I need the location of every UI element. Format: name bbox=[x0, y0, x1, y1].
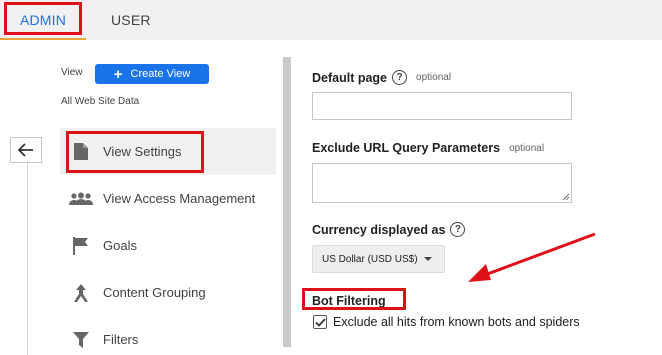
create-view-button[interactable]: + Create View bbox=[95, 64, 209, 84]
help-icon[interactable]: ? bbox=[392, 70, 408, 85]
default-page-input[interactable] bbox=[312, 92, 572, 120]
grouping-icon bbox=[68, 283, 94, 302]
menu-item-label: Content Grouping bbox=[103, 285, 206, 300]
bot-filtering-title: Bot Filtering bbox=[312, 294, 386, 308]
menu-item-label: Filters bbox=[103, 332, 139, 347]
bot-filtering-checkbox-label: Exclude all hits from known bots and spi… bbox=[333, 315, 580, 329]
plus-icon: + bbox=[113, 65, 123, 83]
bot-filtering-checkbox[interactable] bbox=[313, 315, 327, 329]
menu-item-view-settings[interactable]: View Settings bbox=[60, 128, 276, 175]
tab-user[interactable]: USER bbox=[111, 0, 151, 40]
menu-item-goals[interactable]: Goals bbox=[60, 222, 276, 269]
flag-icon bbox=[68, 236, 94, 255]
back-button[interactable] bbox=[10, 137, 42, 163]
left-panel-scrollbar[interactable] bbox=[283, 57, 291, 347]
menu-item-label: View Access Management bbox=[103, 191, 256, 206]
menu-item-view-access-management[interactable]: View Access Management bbox=[60, 175, 276, 222]
resize-grip-icon[interactable] bbox=[562, 193, 570, 201]
left-rail-divider bbox=[27, 163, 28, 355]
view-settings-menu: View Settings View Access Management Goa… bbox=[60, 128, 276, 355]
menu-item-filters[interactable]: Filters bbox=[60, 316, 276, 355]
annotation-arrow bbox=[468, 232, 596, 282]
document-icon bbox=[68, 143, 94, 160]
default-page-label-text: Default page bbox=[312, 70, 388, 85]
help-icon[interactable]: ? bbox=[450, 222, 466, 237]
default-page-label: Default page ? optional bbox=[312, 70, 451, 85]
exclude-url-textarea[interactable] bbox=[312, 163, 572, 203]
currency-select[interactable]: US Dollar (USD US$) bbox=[312, 245, 445, 273]
view-label: View bbox=[61, 67, 83, 78]
exclude-url-label: Exclude URL Query Parameters optional bbox=[312, 141, 544, 155]
menu-item-label: View Settings bbox=[103, 144, 182, 159]
exclude-url-label-text: Exclude URL Query Parameters bbox=[312, 141, 501, 155]
create-view-label: Create View bbox=[130, 68, 191, 80]
tab-admin-underline bbox=[0, 38, 86, 40]
bot-filtering-row: Exclude all hits from known bots and spi… bbox=[313, 315, 580, 329]
menu-item-label: Goals bbox=[103, 238, 137, 253]
currency-selected-value: US Dollar (USD US$) bbox=[322, 253, 418, 265]
checkmark-icon bbox=[314, 317, 326, 327]
chevron-down-icon bbox=[423, 257, 432, 261]
people-icon bbox=[68, 192, 94, 206]
menu-item-content-grouping[interactable]: Content Grouping bbox=[60, 269, 276, 316]
tab-admin[interactable]: ADMIN bbox=[4, 0, 82, 40]
currency-label: Currency displayed as ? bbox=[312, 222, 466, 237]
optional-tag: optional bbox=[509, 142, 545, 154]
filter-icon bbox=[68, 331, 94, 348]
top-tab-bar: ADMIN USER bbox=[0, 0, 662, 40]
arrow-left-icon bbox=[18, 143, 33, 157]
optional-tag: optional bbox=[416, 72, 452, 83]
view-name: All Web Site Data bbox=[61, 96, 140, 107]
currency-label-text: Currency displayed as bbox=[312, 222, 446, 237]
